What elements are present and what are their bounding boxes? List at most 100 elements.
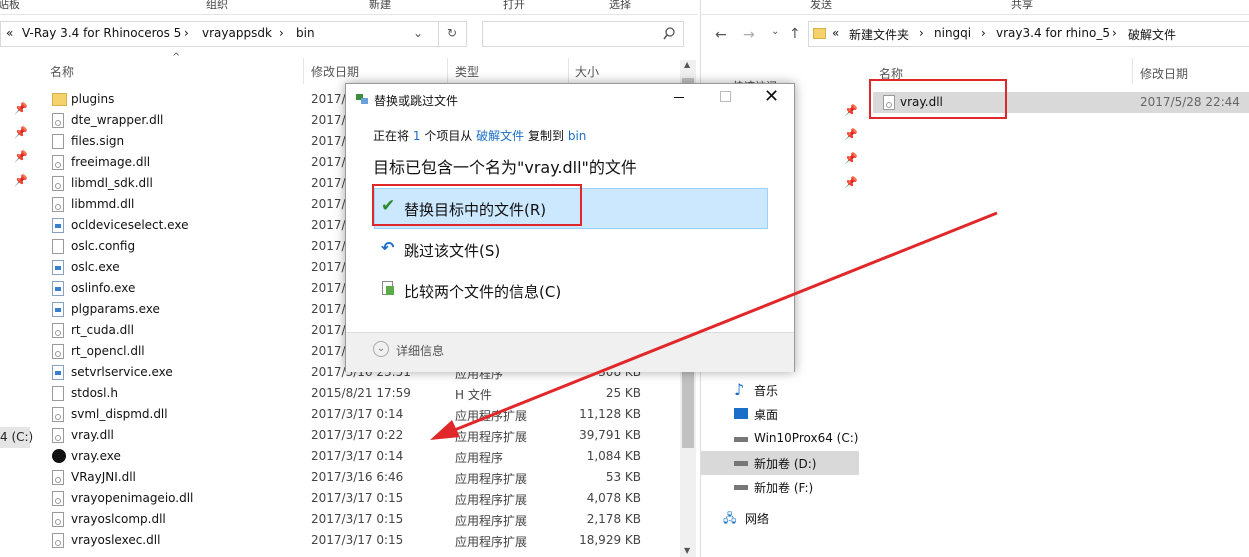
ribbon-send[interactable]: 发送 (810, 0, 832, 12)
exe-file-icon (52, 302, 64, 317)
column-date-header[interactable]: 修改日期 (1140, 65, 1188, 82)
column-type-header[interactable]: 类型 (455, 63, 479, 80)
file-date: 2017/ (311, 239, 346, 253)
file-name: vray.exe (71, 449, 121, 463)
left-ribbon: 贴板 组织 新建 打开 选择 (0, 0, 697, 15)
column-size-header[interactable]: 大小 (575, 63, 599, 80)
column-divider[interactable] (1132, 58, 1133, 84)
breadcrumb-item[interactable]: 破解文件 (1128, 26, 1176, 43)
nav-item[interactable]: 桌面 (701, 402, 859, 426)
file-name: freeimage.dll (71, 155, 151, 169)
nav-item-label: 网络 (745, 512, 770, 526)
copy-dialog-icon (356, 94, 368, 104)
ribbon-new[interactable]: 新建 (369, 0, 391, 12)
file-date: 2017/ (311, 113, 346, 127)
exe-file-icon (52, 218, 64, 233)
nav-item[interactable]: Win10Prox64 (C:) (701, 427, 859, 451)
details-toggle[interactable]: 详细信息 (396, 342, 444, 359)
file-name: rt_opencl.dll (71, 344, 145, 358)
file-row[interactable]: svml_dispmd.dll 2017/3/17 0:14 应用程序扩展 11,12… (48, 404, 678, 425)
ribbon-select[interactable]: 选择 (609, 0, 631, 12)
up-arrow-icon[interactable]: ↑ (789, 26, 801, 42)
file-name: VRayJNI.dll (71, 470, 136, 484)
breadcrumb-item[interactable]: ningqi (934, 26, 971, 40)
breadcrumb-item[interactable]: vray3.4 for rhino_5 (996, 26, 1110, 40)
column-divider[interactable] (303, 58, 304, 84)
vray-file-icon (52, 449, 66, 463)
pin-icon[interactable]: 📌 (14, 150, 28, 163)
pin-icon[interactable]: 📌 (14, 102, 28, 115)
minimize-icon[interactable] (674, 97, 684, 98)
file-type: 应用程序扩展 (455, 472, 528, 486)
nav-drive-item[interactable]: 4 (C:) (0, 427, 33, 448)
column-name-header[interactable]: 名称 (50, 63, 74, 80)
file-row[interactable]: vrayoslexec.dll 2017/3/17 0:15 应用程序扩展 18,92… (48, 530, 678, 551)
scroll-up-icon[interactable]: ▲ (684, 60, 690, 69)
copy-status-line: 正在将 1 个项目从 破解文件 复制到 bin (373, 127, 586, 144)
pin-icon[interactable]: 📌 (844, 152, 858, 165)
dll-file-icon (52, 344, 64, 359)
file-date: 2017/3/17 0:14 (311, 407, 404, 421)
status-dest-link[interactable]: bin (568, 129, 587, 143)
pin-icon[interactable]: 📌 (14, 126, 28, 139)
file-name: files.sign (71, 134, 125, 148)
dll-file-icon (52, 470, 64, 485)
network-icon: 🖧 (723, 511, 737, 525)
breadcrumb-item[interactable]: vrayappsdk (202, 26, 272, 40)
file-row[interactable]: vrayoslcomp.dll 2017/3/17 0:15 应用程序扩展 2,178… (48, 509, 678, 530)
file-row[interactable]: vrayopenimageio.dll 2017/3/17 0:15 应用程序扩展 4… (48, 488, 678, 509)
pin-icon[interactable]: 📌 (844, 128, 858, 141)
ribbon-clipboard[interactable]: 贴板 (0, 0, 20, 12)
file-row[interactable]: vray.dll 2017/3/17 0:22 应用程序扩展 39,791 KB (48, 425, 678, 446)
file-size: 11,128 KB (579, 407, 641, 421)
skip-icon: ↶ (381, 238, 395, 257)
recent-dropdown-icon[interactable]: ⌄ (771, 26, 779, 37)
breadcrumb-item[interactable]: bin (296, 26, 315, 40)
pin-icon[interactable]: 📌 (844, 176, 858, 189)
column-divider[interactable] (568, 58, 569, 84)
file-type: 应用程序扩展 (455, 409, 528, 423)
scroll-down-icon[interactable]: ▼ (684, 546, 690, 555)
file-date: 2017/3/16 6:46 (311, 470, 404, 484)
file-type: H 文件 (455, 388, 492, 402)
skip-option[interactable]: ↶ 跳过该文件(S) (374, 230, 767, 268)
left-address-bar[interactable]: « V-Ray 3.4 for Rhinoceros 5 › vrayappsd… (0, 21, 467, 47)
column-divider[interactable] (447, 58, 448, 84)
file-name: oslinfo.exe (71, 281, 136, 295)
expand-details-icon[interactable]: ⌄ (373, 341, 389, 357)
file-date: 2017/ (311, 155, 346, 169)
nav-item[interactable]: 新加卷 (F:) (701, 475, 859, 499)
pin-icon[interactable]: 📌 (844, 104, 858, 117)
status-source-link[interactable]: 破解文件 (476, 129, 524, 143)
compare-option-label: 比较两个文件的信息(C) (404, 283, 562, 301)
compare-option[interactable]: 比较两个文件的信息(C) (374, 271, 767, 309)
ribbon-organize[interactable]: 组织 (206, 0, 228, 12)
nav-item[interactable]: 新加卷 (D:) (701, 451, 859, 475)
file-name: libmmd.dll (71, 197, 135, 211)
nav-item[interactable]: ♪ 音乐 (701, 378, 859, 402)
column-date-header[interactable]: 修改日期 (311, 63, 359, 80)
nav-item-label: 音乐 (754, 384, 779, 398)
nav-item[interactable]: 🖧 网络 (701, 506, 859, 530)
file-row[interactable]: stdosl.h 2015/8/21 17:59 H 文件 25 KB (48, 383, 678, 404)
back-arrow-icon[interactable]: ← (715, 27, 727, 43)
pin-icon[interactable]: 📌 (14, 174, 28, 187)
right-address-bar[interactable]: « 新建文件夹 › ningqi › vray3.4 for rhino_5 ›… (808, 21, 1249, 47)
address-dropdown-icon[interactable]: ⌄ (413, 26, 423, 40)
ribbon-open[interactable]: 打开 (503, 0, 525, 12)
ribbon-share[interactable]: 共享 (1011, 0, 1033, 12)
close-icon[interactable]: ✕ (764, 86, 779, 107)
forward-arrow-icon[interactable]: → (743, 27, 755, 43)
breadcrumb-item[interactable]: 新建文件夹 (849, 26, 909, 43)
file-size: 25 KB (605, 386, 641, 400)
file-row[interactable]: vray.exe 2017/3/17 0:14 应用程序 1,084 KB (48, 446, 678, 467)
dll-file-icon (52, 428, 64, 443)
file-size: 39,791 KB (579, 428, 641, 442)
breadcrumb-item[interactable]: V-Ray 3.4 for Rhinoceros 5 (22, 26, 181, 40)
file-name: vrayoslcomp.dll (71, 512, 166, 526)
left-search-box[interactable] (482, 21, 684, 47)
file-row[interactable]: VRayJNI.dll 2017/3/16 6:46 应用程序扩展 53 KB (48, 467, 678, 488)
refresh-icon[interactable]: ↻ (447, 26, 457, 40)
file-date: 2015/8/21 17:59 (311, 386, 411, 400)
breadcrumb-separator-icon: › (184, 26, 189, 40)
